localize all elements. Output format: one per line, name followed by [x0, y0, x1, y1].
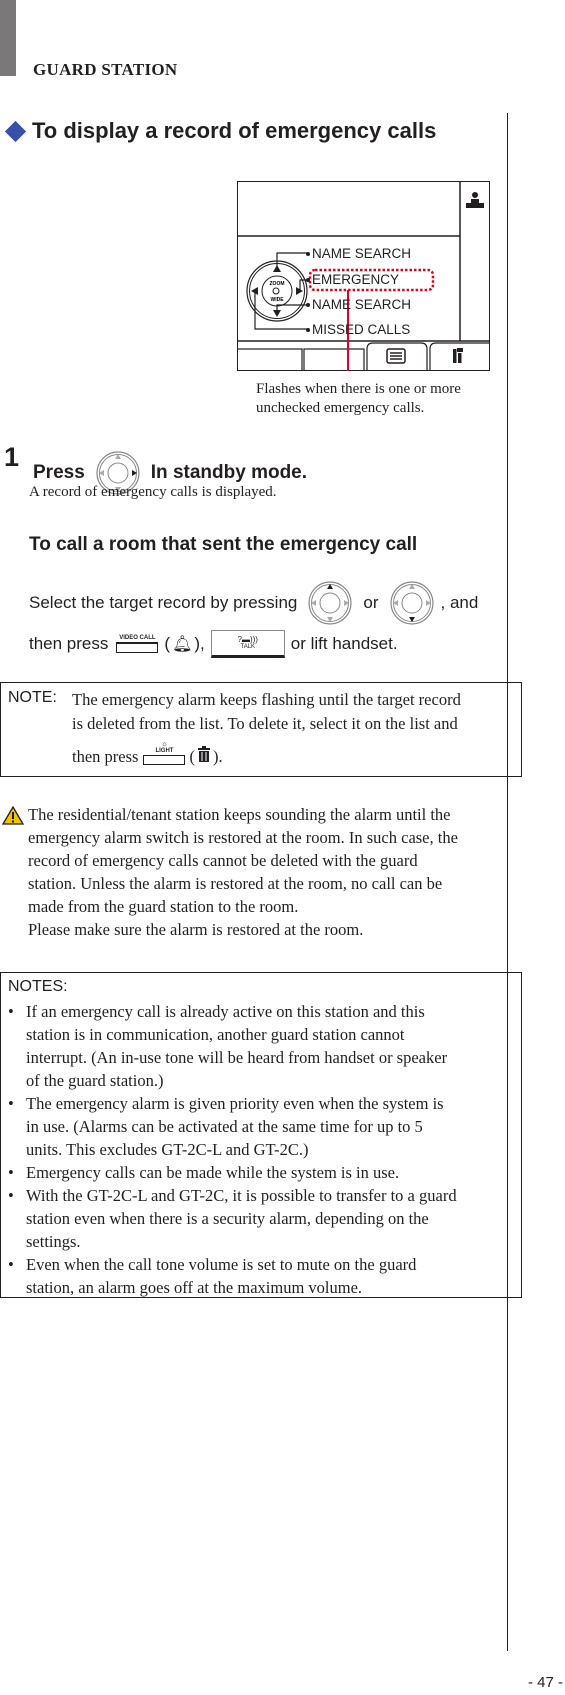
section-label: GUARD STATION — [33, 60, 178, 79]
notes-box: NOTES: • If an emergency call is already … — [0, 972, 522, 1298]
step-press-label: Press — [33, 462, 85, 483]
navigation-dial-down-icon — [389, 581, 434, 625]
section-heading: To display a record of emergency calls — [4, 118, 436, 144]
press-call-line: then press VIDEO CALL ( 🔔︎ ), ?▬))) TALK… — [29, 630, 398, 658]
list-icon — [385, 347, 406, 364]
navigation-dial-up-icon — [308, 581, 352, 625]
note-line: Even when the call tone volume is set to… — [26, 1255, 417, 1274]
step-suffix: In standby mode. — [150, 462, 308, 483]
menu-item-emergency: EMERGENCY — [306, 272, 399, 287]
step-number: 1 — [4, 442, 20, 472]
svg-text:ZOOM: ZOOM — [269, 281, 284, 287]
note-line: station, an alarm goes off at the maximu… — [26, 1278, 363, 1297]
subheading-call-room: To call a room that sent the emergency c… — [29, 534, 418, 555]
warning-block: The residential/tenant station keeps sou… — [2, 803, 522, 941]
heading-title: To display a record of emergency calls — [32, 118, 437, 143]
note-line: in use. (Alarms can be activated at the … — [26, 1117, 423, 1136]
bullet-icon: • — [8, 1163, 14, 1182]
trash-icon — [197, 745, 210, 769]
notes-list-item: • Emergency calls can be made while the s… — [8, 1161, 520, 1184]
screen-caption: Flashes when there is one or more unchec… — [256, 381, 461, 416]
note-box: NOTE: The emergency alarm keeps flashing… — [0, 682, 522, 777]
notes-label: NOTES: — [8, 978, 68, 995]
diamond-bullet-icon — [4, 120, 27, 142]
page-number: - 47 - — [528, 1674, 564, 1691]
step-result: A record of emergency calls is displayed… — [29, 484, 277, 500]
note-label: NOTE: — [8, 689, 57, 706]
warning-text: The residential/tenant station keeps sou… — [28, 805, 458, 939]
note-line: units. This excludes GT-2C-L and GT-2C.) — [26, 1140, 309, 1159]
talk-button-icon: ?▬))) TALK — [210, 630, 285, 658]
monitor-screen-illustration: ZOOM WIDE NAME SEARCH EMERGENCY NAME SEA… — [236, 180, 490, 371]
note-line: of the guard station.) — [26, 1071, 164, 1090]
light-button-icon: ☼ LIGHT — [143, 740, 186, 765]
note-line: The emergency alarm is given priority ev… — [26, 1094, 444, 1113]
video-call-button-icon: VIDEO CALL — [116, 635, 159, 653]
menu-item-name-search-down: NAME SEARCH — [306, 297, 411, 312]
note-line: Emergency calls can be made while the sy… — [26, 1163, 400, 1182]
bullet-icon: • — [8, 1002, 14, 1021]
notes-list-item: • If an emergency call is already active … — [8, 1000, 520, 1092]
notes-list: • If an emergency call is already active … — [8, 1000, 520, 1299]
warning-triangle-icon — [2, 806, 24, 825]
settings-tools-icon — [452, 347, 463, 363]
menu-item-missed-calls: MISSED CALLS — [306, 322, 410, 337]
guard-icon — [465, 191, 484, 208]
select-record-line: Select the target record by pressing or … — [29, 580, 478, 626]
section-tab-marker — [0, 0, 16, 76]
note-line: settings. — [26, 1232, 81, 1251]
note-line: station even when there is a security al… — [26, 1209, 429, 1228]
svg-text:WIDE: WIDE — [270, 297, 284, 303]
bullet-icon: • — [8, 1094, 14, 1113]
notes-list-item: • Even when the call tone volume is set t… — [8, 1253, 520, 1299]
note-line: If an emergency call is already active o… — [26, 1002, 425, 1021]
bell-icon: 🔔︎ — [172, 636, 193, 653]
note-line: interrupt. (An in-use tone will be heard… — [26, 1048, 448, 1067]
note-line: station is in communication, another gua… — [26, 1025, 405, 1044]
bullet-icon: • — [8, 1255, 14, 1274]
bullet-icon: • — [8, 1186, 14, 1205]
note-text: The emergency alarm keeps flashing until… — [72, 688, 461, 769]
note-line: With the GT-2C-L and GT-2C, it is possib… — [26, 1186, 457, 1205]
notes-list-item: • With the GT-2C-L and GT-2C, it is possi… — [8, 1184, 520, 1253]
menu-item-name-search-up: NAME SEARCH — [306, 246, 411, 261]
notes-list-item: • The emergency alarm is given priority e… — [8, 1092, 520, 1161]
